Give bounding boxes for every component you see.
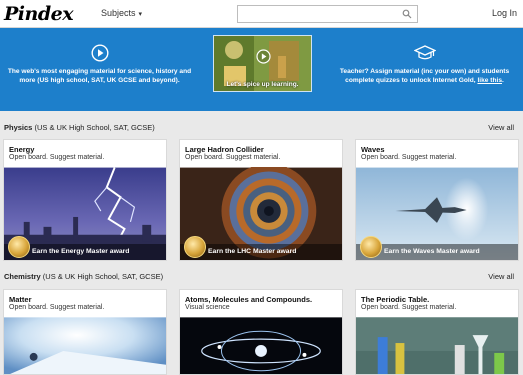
like-this-link[interactable]: like this — [477, 77, 502, 84]
award-text: Earn the Waves Master award — [384, 248, 480, 255]
card-title[interactable]: Energy — [9, 145, 34, 154]
board-card-periodic-table[interactable]: The Periodic Table. Open board. Suggest … — [355, 289, 519, 375]
award-medal-icon — [184, 236, 206, 258]
promo-engaging-material: The web's most engaging material for sci… — [2, 44, 197, 85]
card-subtitle: Open board. Suggest material. — [361, 304, 457, 311]
section-subtitle: (US & UK High School, SAT, GCSE) — [42, 272, 164, 281]
award-medal-icon — [8, 236, 30, 258]
card-title[interactable]: The Periodic Table. — [361, 295, 429, 304]
award-medal-icon — [360, 236, 382, 258]
video-caption: Let's spice up learning. — [226, 81, 299, 88]
card-subtitle: Open board. Suggest material. — [9, 304, 105, 311]
award-banner[interactable]: Earn the Waves Master award — [356, 236, 518, 260]
card-title[interactable]: Large Hadron Collider — [185, 145, 264, 154]
subjects-label: Subjects — [101, 8, 136, 18]
board-card-lhc[interactable]: Large Hadron Collider Open board. Sugges… — [179, 139, 343, 261]
search-icon[interactable] — [402, 9, 412, 19]
card-subtitle: Open board. Suggest material. — [9, 154, 105, 161]
board-card-waves[interactable]: Waves Open board. Suggest material. Earn… — [355, 139, 519, 261]
promo-left-text: The web's most engaging material for sci… — [7, 68, 192, 84]
award-banner[interactable]: Earn the LHC Master award — [180, 236, 342, 260]
card-title[interactable]: Waves — [361, 145, 385, 154]
promo-right-end: . — [502, 77, 504, 84]
card-image-atoms — [180, 317, 342, 374]
login-link[interactable]: Log In — [492, 8, 517, 18]
card-title[interactable]: Atoms, Molecules and Compounds. — [185, 295, 312, 304]
pindex-logo[interactable]: Pindex — [4, 3, 74, 25]
chevron-down-icon: ▾ — [138, 11, 143, 18]
promo-teacher: Teacher? Assign material (inc your own) … — [326, 45, 523, 85]
view-all-physics-link[interactable]: View all — [488, 123, 514, 132]
play-circle-icon[interactable] — [256, 49, 271, 64]
section-title-physics: Physics (US & UK High School, SAT, GCSE) — [4, 123, 155, 132]
card-title[interactable]: Matter — [9, 295, 32, 304]
view-all-chemistry-link[interactable]: View all — [488, 272, 514, 281]
card-subtitle: Visual science — [185, 304, 230, 311]
card-subtitle: Open board. Suggest material. — [185, 154, 281, 161]
play-circle-icon[interactable] — [90, 44, 109, 62]
intro-video-thumbnail[interactable]: Let's spice up learning. — [213, 35, 312, 92]
top-navigation-bar: Pindex Subjects ▾ Log In — [0, 0, 523, 28]
section-title-chemistry: Chemistry (US & UK High School, SAT, GCS… — [4, 272, 163, 281]
card-image-snow — [4, 317, 166, 374]
board-card-matter[interactable]: Matter Open board. Suggest material. — [3, 289, 167, 375]
award-text: Earn the LHC Master award — [208, 248, 297, 255]
section-title: Physics — [4, 123, 33, 132]
board-card-atoms[interactable]: Atoms, Molecules and Compounds. Visual s… — [179, 289, 343, 375]
award-text: Earn the Energy Master award — [32, 248, 130, 255]
search-input[interactable] — [238, 8, 398, 24]
board-card-energy[interactable]: Energy Open board. Suggest material. Ear… — [3, 139, 167, 261]
promo-banner: The web's most engaging material for sci… — [0, 28, 523, 111]
graduation-cap-icon — [413, 45, 436, 60]
subjects-dropdown[interactable]: Subjects ▾ — [101, 8, 142, 18]
card-subtitle: Open board. Suggest material. — [361, 154, 457, 161]
award-banner[interactable]: Earn the Energy Master award — [4, 236, 166, 260]
section-title: Chemistry — [4, 272, 41, 281]
section-subtitle: (US & UK High School, SAT, GCSE) — [34, 123, 155, 132]
card-image-lab — [356, 317, 518, 374]
search-box[interactable] — [237, 5, 418, 24]
